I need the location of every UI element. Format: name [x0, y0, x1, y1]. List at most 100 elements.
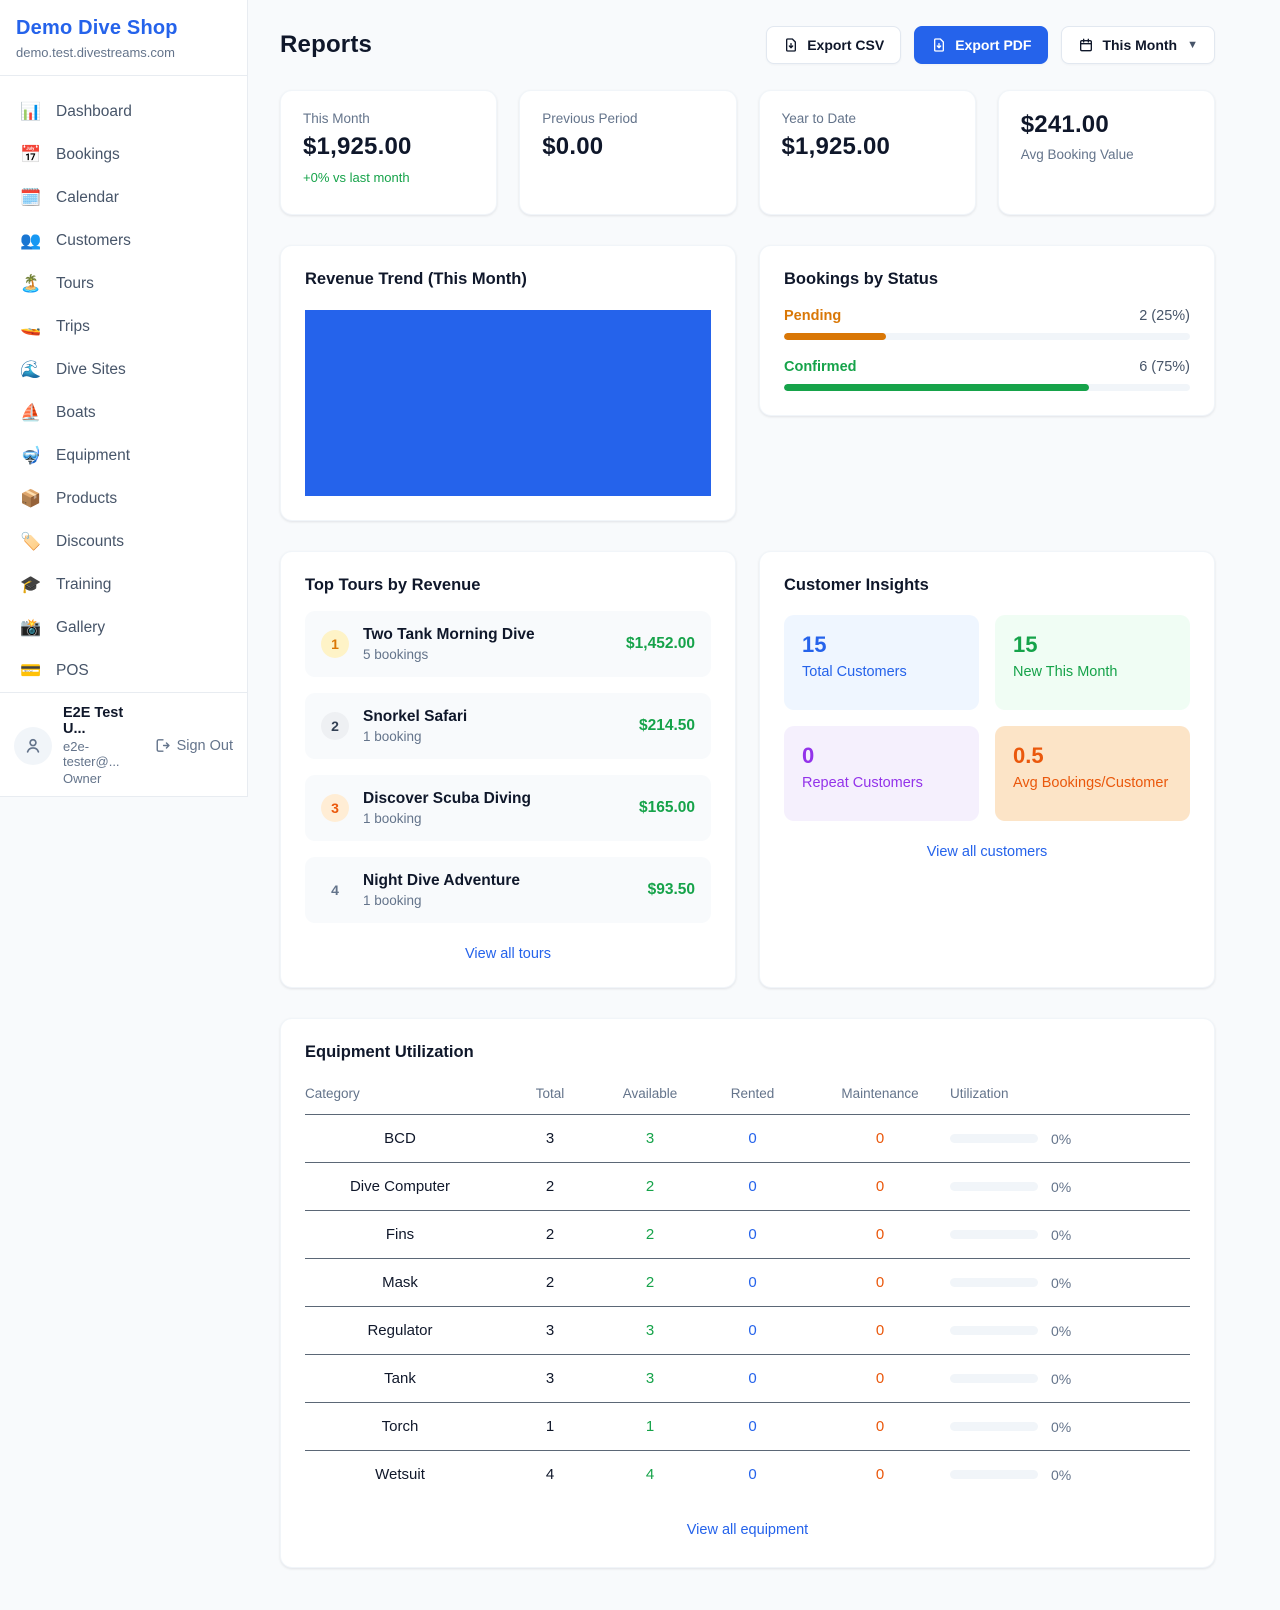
cell-category: Torch [305, 1403, 495, 1451]
sidebar-item-label: Tours [56, 275, 94, 293]
sidebar-item-bookings[interactable]: 📅 Bookings [8, 133, 239, 176]
utilization-bar [950, 1374, 1038, 1383]
cell-rented: 0 [695, 1115, 810, 1163]
sign-out-button[interactable]: Sign Out [153, 737, 233, 754]
table-row: BCD 3 3 0 0 0% [305, 1115, 1190, 1163]
period-dropdown[interactable]: This Month ▼ [1061, 26, 1215, 64]
package-icon: 📦 [20, 490, 42, 507]
cell-category: Mask [305, 1259, 495, 1307]
status-label: Confirmed [784, 359, 857, 375]
sidebar-item-label: Equipment [56, 447, 130, 465]
insight-value: 15 [1013, 632, 1172, 658]
column-header-utilization: Utilization [950, 1076, 1190, 1115]
cell-available: 3 [605, 1307, 695, 1355]
rank-badge: 4 [321, 876, 349, 904]
stat-value: $241.00 [1021, 111, 1192, 139]
sidebar-nav: 📊 Dashboard 📅 Bookings 🗓️ Calendar 👥 Cus… [0, 76, 247, 692]
utilization-percent: 0% [1051, 1275, 1071, 1291]
view-all-tours-link[interactable]: View all tours [465, 946, 551, 962]
user-role: Owner [63, 771, 142, 786]
sidebar-item-discounts[interactable]: 🏷️ Discounts [8, 520, 239, 563]
trips-boat-icon: 🚤 [20, 318, 42, 335]
insight-value: 0 [802, 743, 961, 769]
cell-category: Dive Computer [305, 1163, 495, 1211]
sign-out-label: Sign Out [177, 738, 233, 754]
sidebar-item-trips[interactable]: 🚤 Trips [8, 305, 239, 348]
utilization-bar [950, 1230, 1038, 1239]
cell-total: 3 [495, 1115, 605, 1163]
shop-title: Demo Dive Shop [16, 17, 231, 40]
logout-icon [153, 737, 170, 754]
utilization-percent: 0% [1051, 1227, 1071, 1243]
sidebar-item-label: Boats [56, 404, 96, 422]
stat-card-avg-booking-value: $241.00 Avg Booking Value [998, 90, 1215, 215]
revenue-trend-title: Revenue Trend (This Month) [305, 270, 711, 289]
sidebar-item-pos[interactable]: 💳 POS [8, 649, 239, 692]
sidebar-item-boats[interactable]: ⛵ Boats [8, 391, 239, 434]
list-item: 2 Snorkel Safari 1 booking $214.50 [305, 693, 711, 759]
table-row: Regulator 3 3 0 0 0% [305, 1307, 1190, 1355]
sidebar-item-label: Calendar [56, 189, 119, 207]
calendar-outline-icon [1078, 37, 1094, 53]
status-label: Pending [784, 308, 841, 324]
page-header: Reports Export CSV Export [280, 26, 1215, 64]
sidebar-item-customers[interactable]: 👥 Customers [8, 219, 239, 262]
sidebar-item-training[interactable]: 🎓 Training [8, 563, 239, 606]
utilization-bar [950, 1422, 1038, 1431]
stat-label: This Month [303, 111, 474, 126]
table-row: Fins 2 2 0 0 0% [305, 1211, 1190, 1259]
customers-icon: 👥 [20, 232, 42, 249]
utilization-bar [950, 1182, 1038, 1191]
tour-bookings: 5 bookings [363, 647, 612, 662]
bookings-by-status-panel: Bookings by Status Pending 2 (25%) Confi… [759, 245, 1215, 416]
cell-rented: 0 [695, 1211, 810, 1259]
period-label: This Month [1102, 37, 1177, 53]
sidebar-item-tours[interactable]: 🏝️ Tours [8, 262, 239, 305]
customer-insights-title: Customer Insights [784, 576, 1190, 595]
utilization-bar [950, 1134, 1038, 1143]
progress-fill [784, 333, 886, 340]
sidebar-item-dive-sites[interactable]: 🌊 Dive Sites [8, 348, 239, 391]
sidebar-item-equipment[interactable]: 🤿 Equipment [8, 434, 239, 477]
stats-row: This Month $1,925.00 +0% vs last month P… [280, 90, 1215, 215]
stat-card-previous-period: Previous Period $0.00 [519, 90, 736, 215]
list-item: 1 Two Tank Morning Dive 5 bookings $1,45… [305, 611, 711, 677]
cell-total: 1 [495, 1403, 605, 1451]
rank-badge: 1 [321, 630, 349, 658]
sidebar-item-label: Gallery [56, 619, 105, 637]
cell-utilization: 0% [950, 1355, 1190, 1403]
stat-change: +0% vs last month [303, 170, 474, 185]
export-pdf-button[interactable]: Export PDF [914, 26, 1048, 64]
cell-utilization: 0% [950, 1211, 1190, 1259]
status-row-pending: Pending 2 (25%) [784, 308, 1190, 340]
status-row-confirmed: Confirmed 6 (75%) [784, 359, 1190, 391]
cell-utilization: 0% [950, 1451, 1190, 1499]
insight-value: 0.5 [1013, 743, 1172, 769]
rank-badge: 2 [321, 712, 349, 740]
equipment-table: Category Total Available Rented Maintena… [305, 1076, 1190, 1499]
cell-total: 3 [495, 1355, 605, 1403]
cell-maintenance: 0 [810, 1259, 950, 1307]
export-pdf-label: Export PDF [955, 37, 1031, 53]
cell-utilization: 0% [950, 1163, 1190, 1211]
view-all-customers-link[interactable]: View all customers [927, 844, 1048, 860]
sidebar-item-products[interactable]: 📦 Products [8, 477, 239, 520]
status-value: 2 (25%) [1139, 308, 1190, 324]
cell-maintenance: 0 [810, 1211, 950, 1259]
column-header-available: Available [605, 1076, 695, 1115]
export-csv-button[interactable]: Export CSV [766, 26, 901, 64]
list-item: 4 Night Dive Adventure 1 booking $93.50 [305, 857, 711, 923]
cell-maintenance: 0 [810, 1451, 950, 1499]
avatar [14, 727, 52, 765]
dashboard-icon: 📊 [20, 103, 42, 120]
cell-rented: 0 [695, 1403, 810, 1451]
sidebar-item-gallery[interactable]: 📸 Gallery [8, 606, 239, 649]
camera-icon: 📸 [20, 619, 42, 636]
sidebar-item-dashboard[interactable]: 📊 Dashboard [8, 90, 239, 133]
cell-available: 3 [605, 1355, 695, 1403]
sidebar-item-calendar[interactable]: 🗓️ Calendar [8, 176, 239, 219]
column-header-rented: Rented [695, 1076, 810, 1115]
stat-value: $1,925.00 [303, 133, 474, 161]
table-row: Torch 1 1 0 0 0% [305, 1403, 1190, 1451]
view-all-equipment-link[interactable]: View all equipment [687, 1522, 808, 1538]
